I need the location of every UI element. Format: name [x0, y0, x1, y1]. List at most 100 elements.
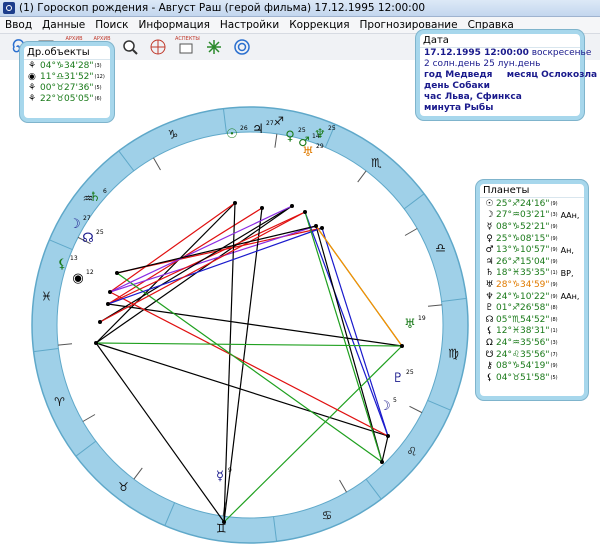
planet-house: (9) — [550, 281, 558, 288]
planets-panel-title: Планеты — [480, 184, 584, 198]
sectors-icon[interactable] — [146, 35, 170, 59]
planet-row[interactable]: ☊ 05°♏54'52" (8) — [480, 314, 584, 326]
planet-position: 24°♒35'56" — [496, 337, 550, 348]
aspects-icon[interactable]: АСПЕКТЫ — [174, 35, 200, 59]
planets-panel[interactable]: Планеты ☉ 25°♐24'16" (9) ☽ 27°♒03'21" (3) ААн,… — [476, 180, 588, 400]
planet-row[interactable]: ♇ 01°♐26'58" (8) — [480, 302, 584, 314]
planet-row[interactable]: ⚸ 12°♓38'31" (1) — [480, 326, 584, 338]
planet-symbol: ♆ — [485, 291, 494, 302]
planet-row[interactable]: ♆ 24°♑10'22" (9) ААн, — [480, 291, 584, 303]
planet-point — [314, 224, 318, 228]
planet-degree-label: 25 — [298, 127, 306, 134]
planet-row[interactable]: ♀ 25°♑08'15" (9) — [480, 233, 584, 245]
planet-point — [290, 204, 294, 208]
planet-degree-label: 25 — [328, 125, 336, 132]
zodiac-sign-glyph: ♐ — [273, 114, 284, 128]
horoscope-chart[interactable]: ♈ ♉ ♊ ♋ ♌ ♍ ♎ ♏ ♐ ♑ ♒ ♓ ☉ 26 ♃ 27 ♀ 25 ♂ 14 ♆ 25 ♅ 29 ♄ 6 ☽ 27 ☊ 25 ⚸ 1… — [0, 60, 480, 548]
planet-glyph: ◉ — [72, 271, 83, 286]
minute-animal-text: минута Рыбы — [424, 103, 494, 113]
planet-glyph: ☊ — [82, 231, 94, 246]
planet-row[interactable]: ♃ 26°♐15'04" (9) — [480, 256, 584, 268]
planet-house: (9) — [550, 235, 558, 242]
menu-search[interactable]: Поиск — [90, 19, 133, 31]
planet-house: (9) — [550, 258, 558, 265]
planet-house: (3) — [550, 339, 558, 346]
menu-data[interactable]: Данные — [37, 19, 90, 31]
planet-glyph: ♄ — [89, 190, 101, 205]
date-value: 17.12.1995 12:00:00 — [424, 48, 529, 58]
planet-glyph: ♆ — [314, 127, 326, 142]
object-symbol: ⚘ — [28, 60, 37, 71]
planet-glyph: ♅ — [404, 317, 416, 332]
planet-point — [98, 320, 102, 324]
planet-glyph: ☉ — [226, 127, 238, 142]
planet-house: (9) — [550, 293, 558, 300]
planet-house: (9) — [550, 200, 558, 207]
planet-symbol: ♅ — [485, 279, 494, 290]
date-panel[interactable]: Дата 17.12.1995 12:00:00 воскресенье 2 с… — [416, 30, 597, 120]
planet-symbol: ⚸ — [486, 326, 493, 337]
planet-degree-label: 26 — [240, 125, 248, 132]
planet-row[interactable]: ♅ 28°♑34'59" (9) — [480, 279, 584, 291]
planet-position: 08°♑54'19" — [496, 361, 550, 372]
hour-animal: час Льва, Сфинкса — [420, 92, 580, 103]
planet-symbol: ⚸ — [486, 372, 493, 383]
hour-animal-text: час Льва, Сфинкса — [424, 92, 522, 102]
object-house: (5) — [94, 84, 102, 91]
planet-symbol: ⚷ — [486, 361, 493, 372]
zodiac-sign-glyph: ♑ — [168, 127, 179, 141]
planet-point — [233, 201, 237, 205]
object-symbol: ◉ — [28, 71, 36, 82]
asterisk-icon[interactable] — [202, 35, 226, 59]
planet-position: 08°♑52'21" — [496, 221, 550, 232]
other-objects-panel[interactable]: Др.объекты ⚘ 04°♑34'28" (3) ◉ 11°♎31'52" (12… — [20, 42, 114, 122]
menu-info[interactable]: Информация — [133, 19, 214, 31]
planet-row[interactable]: ⚸ 04°♉51'58" (5) — [480, 372, 584, 384]
menu-input[interactable]: Ввод — [0, 19, 37, 31]
zodiac-sign-glyph: ♋ — [322, 509, 333, 523]
title-bar: (1) Гороскоп рождения - Август Раш (геро… — [0, 0, 600, 17]
date-panel-title: Дата — [420, 34, 580, 48]
menu-settings[interactable]: Настройки — [215, 19, 284, 31]
zodiac-sign-glyph: ♌ — [407, 445, 418, 459]
planet-row[interactable]: Ω 24°♒35'56" (3) — [480, 337, 584, 349]
planet-row[interactable]: ⚷ 08°♑54'19" (9) — [480, 360, 584, 372]
magnifier-icon[interactable] — [118, 35, 142, 59]
object-position: 11°♎31'52" — [40, 71, 94, 82]
planet-symbol: ☿ — [486, 221, 493, 232]
planet-point — [108, 290, 112, 294]
other-objects-title: Др.объекты — [24, 46, 110, 60]
planet-row[interactable]: ☉ 25°♐24'16" (9) — [480, 198, 584, 210]
window-title: (1) Гороскоп рождения - Август Раш (геро… — [19, 2, 426, 14]
planet-house: (5) — [550, 374, 558, 381]
planet-symbol: ♀ — [486, 233, 493, 244]
app-icon — [3, 2, 15, 14]
planet-symbol: ♃ — [485, 256, 494, 267]
month-animal: месяц Ослокозла — [506, 70, 598, 80]
planet-point — [260, 206, 264, 210]
object-position: 04°♑34'28" — [40, 60, 94, 71]
target-icon[interactable] — [230, 35, 254, 59]
planet-symbol: ☊ — [485, 314, 494, 325]
planet-house: (9) — [550, 247, 558, 254]
weekday: воскресенье — [531, 48, 592, 58]
menu-correction[interactable]: Коррекция — [284, 19, 354, 31]
other-object-row: ⚘ 22°♉05'05" (6) — [24, 93, 110, 104]
planet-row[interactable]: ♄ 18°♓35'35" (1) ВР, — [480, 268, 584, 280]
planet-row[interactable]: ☽ 27°♒03'21" (3) ААн, — [480, 210, 584, 222]
planet-row[interactable]: ♂ 13°♑10'57" (9) Ан, — [480, 244, 584, 256]
planet-degree-label: 27 — [83, 215, 91, 222]
object-house: (12) — [94, 73, 105, 80]
planet-position: 13°♑10'57" — [496, 245, 550, 256]
planet-position: 27°♒03'21" — [496, 210, 550, 221]
planet-point — [386, 434, 390, 438]
planet-symbol: ♂ — [485, 245, 494, 256]
planet-house: (1) — [550, 270, 558, 277]
planet-house: (7) — [550, 351, 558, 358]
planet-point — [303, 210, 307, 214]
planet-house: (9) — [550, 363, 558, 370]
planet-position: 28°♑34'59" — [496, 279, 550, 290]
planet-row[interactable]: ☋ 24°♌35'56" (7) — [480, 349, 584, 361]
planet-row[interactable]: ☿ 08°♑52'21" (9) — [480, 221, 584, 233]
planet-point — [115, 271, 119, 275]
